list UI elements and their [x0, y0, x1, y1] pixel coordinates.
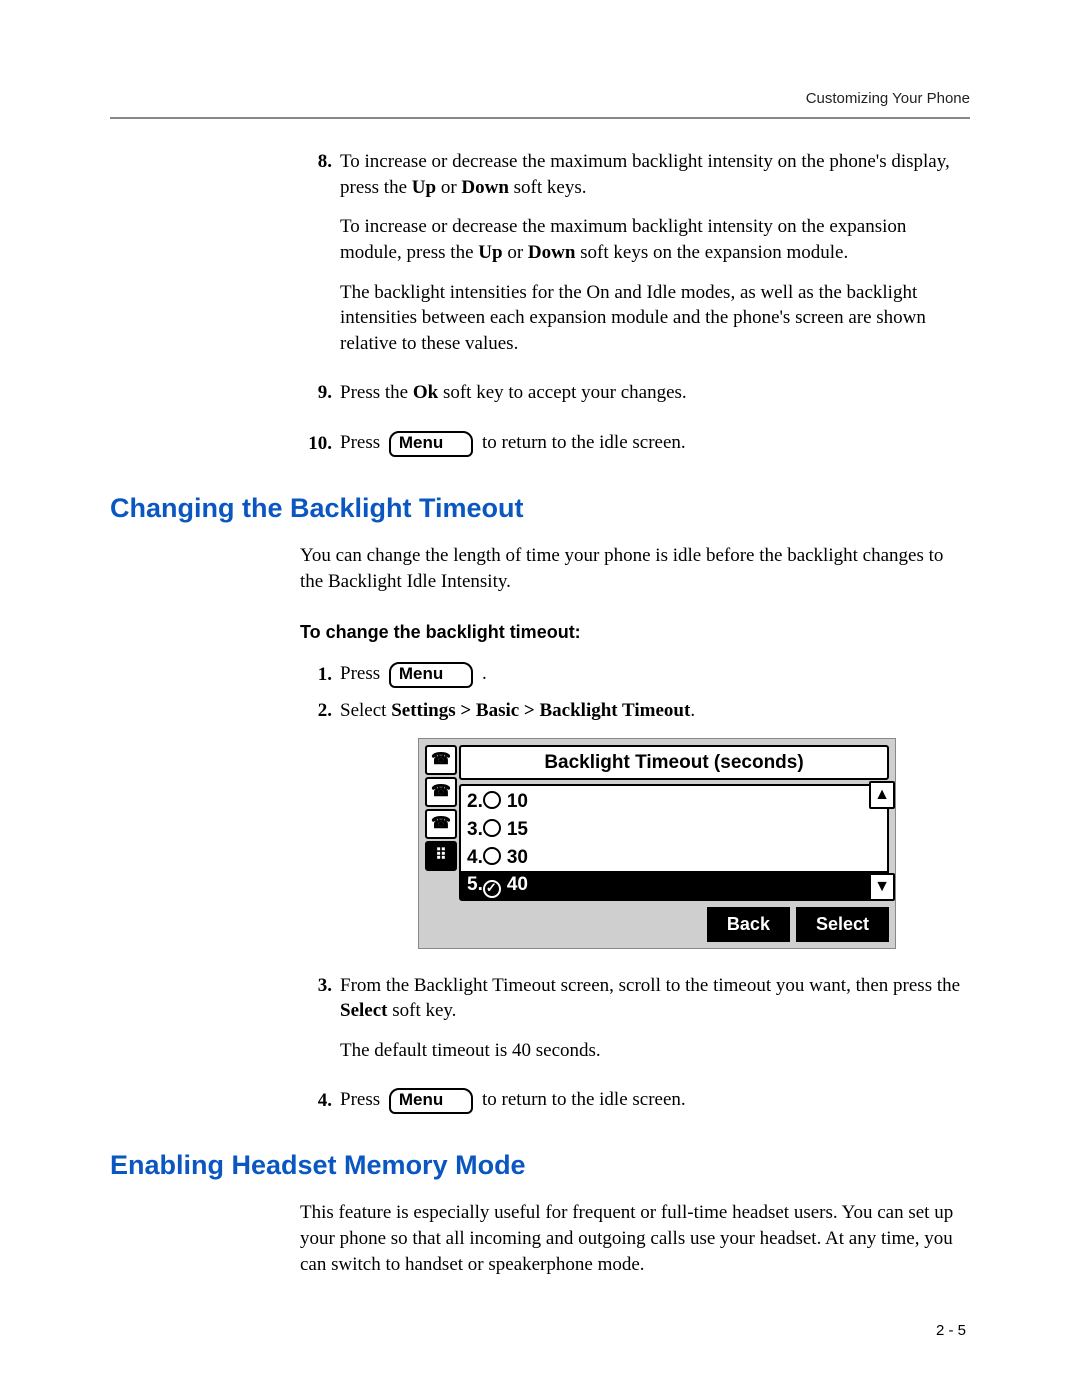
lcd-softkey-row: Back Select [425, 907, 889, 941]
step-number: 1. [300, 662, 340, 688]
lcd-main: Backlight Timeout (seconds) 2.10 3.15 4.… [459, 745, 889, 902]
header-rule [110, 117, 970, 119]
text: . [690, 700, 695, 721]
step-text: Select Settings > Basic > Backlight Time… [340, 698, 970, 963]
text: . [482, 663, 487, 684]
body-column: 8. To increase or decrease the maximum b… [300, 149, 970, 457]
lcd-option: 3.15 [465, 816, 883, 844]
step-text: Press Menu to return to the idle screen. [340, 430, 970, 457]
step-text: Press the Ok soft key to accept your cha… [340, 380, 970, 420]
step-8: 8. To increase or decrease the maximum b… [300, 149, 970, 370]
phone-screen-figure: ☎ ☎ ☎ ⠿ Backlight Timeout (seconds) 2.10… [418, 738, 896, 949]
ok-key: Ok [413, 382, 438, 403]
menu-hard-key-icon: Menu [389, 431, 473, 457]
step-number: 9. [300, 380, 340, 420]
text: Press [340, 1089, 385, 1110]
step-text: From the Backlight Timeout screen, scrol… [340, 973, 970, 1078]
proc-step-3: 3. From the Backlight Timeout screen, sc… [300, 973, 970, 1078]
text: soft keys on the expansion module. [575, 242, 848, 263]
section-intro: This feature is especially useful for fr… [300, 1200, 970, 1277]
softkey-select: Select [796, 907, 889, 941]
proc-step-4: 4. Press Menu to return to the idle scre… [300, 1087, 970, 1114]
step-text: To increase or decrease the maximum back… [340, 149, 970, 370]
text: to return to the idle screen. [482, 432, 686, 453]
lcd-option: 2.10 [465, 788, 883, 816]
step-number: 8. [300, 149, 340, 370]
down-key: Down [461, 177, 509, 198]
text: to return to the idle screen. [482, 1089, 686, 1110]
text: soft key. [387, 1000, 456, 1021]
text: soft keys. [509, 177, 587, 198]
step-10: 10. Press Menu to return to the idle scr… [300, 430, 970, 457]
menu-path: Settings > Basic > Backlight Timeout [391, 700, 690, 721]
softkey-back: Back [707, 907, 790, 941]
text: Press [340, 432, 385, 453]
lcd-option-list: 2.10 3.15 4.30 5.40 [459, 784, 889, 901]
text: or [436, 177, 461, 198]
text: or [503, 242, 528, 263]
text: Select [340, 700, 391, 721]
heading-headset-memory: Enabling Headset Memory Mode [110, 1150, 970, 1181]
up-key: Up [478, 242, 502, 263]
scroll-up-icon: ▲ [869, 781, 895, 809]
step-number: 2. [300, 698, 340, 963]
page: Customizing Your Phone 8. To increase or… [0, 0, 1080, 1397]
step-9: 9. Press the Ok soft key to accept your … [300, 380, 970, 420]
line-icon: ☎ [425, 745, 457, 775]
phone-screen: ☎ ☎ ☎ ⠿ Backlight Timeout (seconds) 2.10… [418, 738, 896, 949]
text: Press the [340, 382, 413, 403]
step-number: 10. [300, 431, 340, 457]
select-key: Select [340, 1000, 387, 1021]
lcd-status-icons: ☎ ☎ ☎ ⠿ [425, 745, 455, 902]
procedure-subhead: To change the backlight timeout: [300, 622, 970, 643]
up-key: Up [412, 177, 436, 198]
page-number: 2 - 5 [936, 1322, 966, 1339]
heading-backlight-timeout: Changing the Backlight Timeout [110, 493, 970, 524]
text: From the Backlight Timeout screen, scrol… [340, 975, 960, 996]
text: The backlight intensities for the On and… [340, 280, 970, 357]
line-icon: ☎ [425, 777, 457, 807]
text: Press [340, 663, 385, 684]
lcd-option: 4.30 [465, 844, 883, 872]
procedure-steps: 1. Press Menu . 2. Select Settings > Bas… [300, 661, 970, 1114]
scroll-down-icon: ▼ [869, 873, 895, 901]
section-intro: You can change the length of time your p… [300, 543, 970, 594]
line-icon: ☎ [425, 809, 457, 839]
menu-hard-key-icon: Menu [389, 662, 473, 688]
menu-hard-key-icon: Menu [389, 1088, 473, 1114]
text: soft key to accept your changes. [438, 382, 687, 403]
step-number: 3. [300, 973, 340, 1078]
text: The default timeout is 40 seconds. [340, 1038, 970, 1064]
lcd-option-selected: 5.40 [461, 871, 887, 899]
lcd-title: Backlight Timeout (seconds) [459, 745, 889, 781]
step-text: Press Menu . [340, 661, 970, 688]
lcd-scrollbar: ▲ ▼ [869, 781, 891, 902]
proc-step-1: 1. Press Menu . [300, 661, 970, 688]
down-key: Down [528, 242, 576, 263]
keypad-icon: ⠿ [425, 841, 457, 871]
step-text: Press Menu to return to the idle screen. [340, 1087, 970, 1114]
step-number: 4. [300, 1088, 340, 1114]
running-header: Customizing Your Phone [110, 90, 970, 107]
proc-step-2: 2. Select Settings > Basic > Backlight T… [300, 698, 970, 963]
